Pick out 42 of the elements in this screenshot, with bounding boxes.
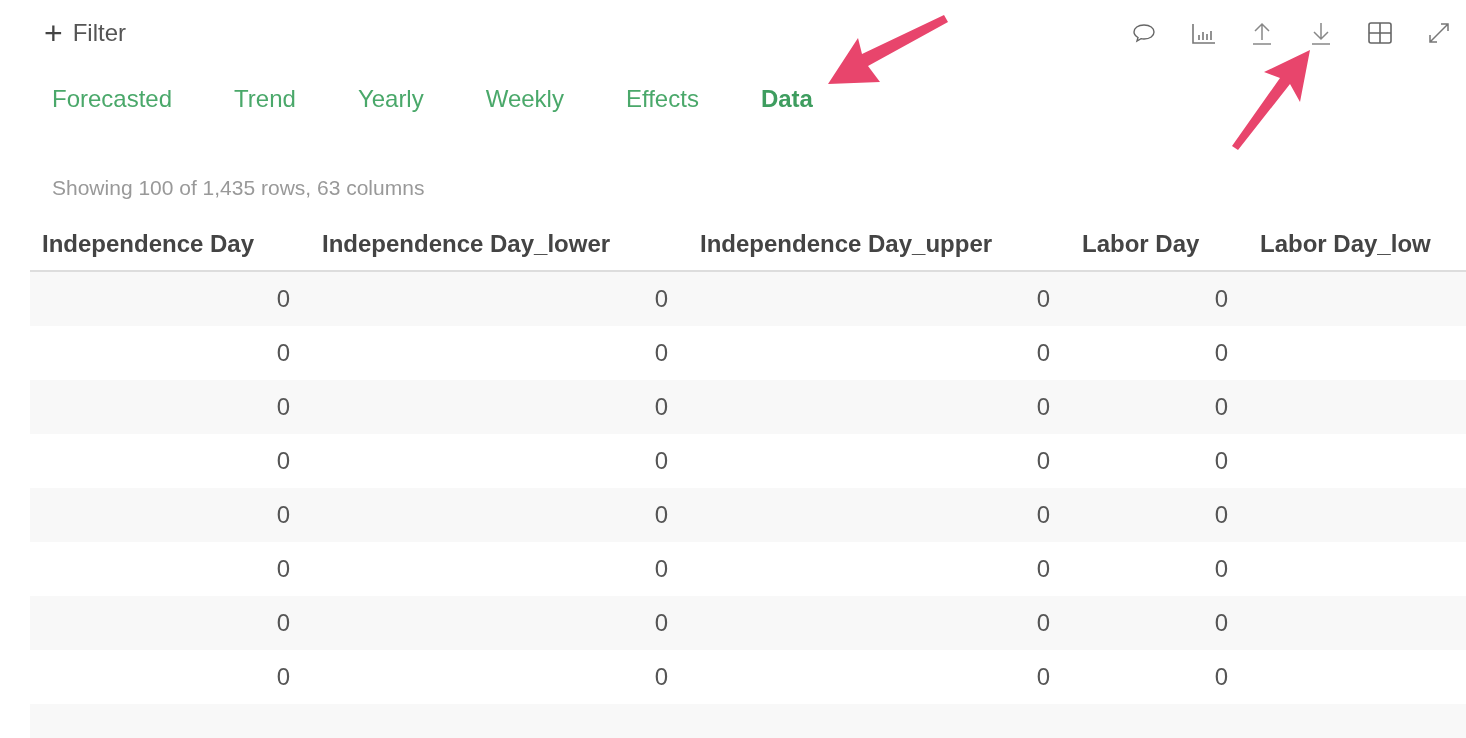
table-cell: 0 xyxy=(310,380,688,434)
table-cell: 0 xyxy=(688,434,1070,488)
table-cell: 0 xyxy=(1070,596,1248,650)
table-cell: 0 xyxy=(30,488,310,542)
table-cell: 0 xyxy=(310,542,688,596)
table-cell: 0 xyxy=(1070,271,1248,326)
tab[interactable]: Effects xyxy=(625,85,699,113)
table-cell: 0 xyxy=(688,488,1070,542)
table-cell: 0 xyxy=(310,271,688,326)
table-cell: 0 xyxy=(1070,326,1248,380)
table-cell: 0 xyxy=(310,434,688,488)
table-cell: 0 xyxy=(310,650,688,704)
expand-icon[interactable] xyxy=(1426,20,1452,46)
grid-icon[interactable] xyxy=(1367,20,1393,46)
row-count-text: Showing 100 of 1,435 rows, 63 columns xyxy=(51,175,426,201)
filter-button[interactable]: + Filter xyxy=(40,13,131,53)
tab[interactable]: Forecasted xyxy=(52,85,173,113)
table-cell: 0 xyxy=(1070,650,1248,704)
table-cell: 0 xyxy=(1070,434,1248,488)
table-cell: 0 xyxy=(30,271,310,326)
table-cell: 0 xyxy=(30,326,310,380)
table-cell: 0 xyxy=(688,380,1070,434)
tab[interactable]: Yearly xyxy=(357,85,424,113)
table-cell: 0 xyxy=(310,488,688,542)
table-cell: 0 xyxy=(1070,380,1248,434)
table-cell: 0 xyxy=(310,326,688,380)
tab[interactable]: Weekly xyxy=(485,85,564,113)
table-cell: 0 xyxy=(688,326,1070,380)
table-cell: 0 xyxy=(688,542,1070,596)
table-cell: 0 xyxy=(310,596,688,650)
table-cell: 0 xyxy=(30,380,310,434)
table-cell: 0 xyxy=(30,650,310,704)
table-cell: 0 xyxy=(30,542,310,596)
table-cell: 0 xyxy=(1070,542,1248,596)
table-cell: 0 xyxy=(688,650,1070,704)
table-cell: 0 xyxy=(1070,488,1248,542)
table-cell: 0 xyxy=(688,271,1070,326)
tab[interactable]: Data xyxy=(760,85,813,113)
table-cell: 0 xyxy=(30,434,310,488)
tab[interactable]: Trend xyxy=(234,85,296,113)
table-cell: 0 xyxy=(30,596,310,650)
table-cell: 0 xyxy=(688,596,1070,650)
